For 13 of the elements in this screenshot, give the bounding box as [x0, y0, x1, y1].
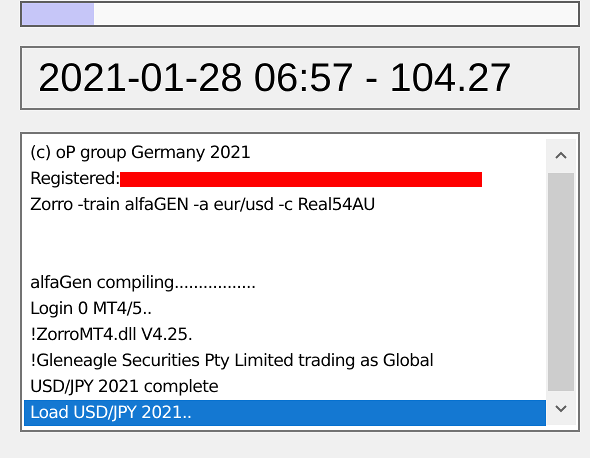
log-line[interactable]: (c) oP group Germany 2021 [24, 140, 546, 166]
log-line[interactable]: USD/JPY 2021 complete [24, 374, 546, 400]
time-price-display: 2021-01-28 06:57 - 104.27 [20, 46, 580, 110]
log-line[interactable]: alfaGen compiling................. [24, 270, 546, 296]
log-line[interactable]: !Gleneagle Securities Pty Limited trading as Global [24, 348, 546, 374]
log-line[interactable]: Login 0 MT4/5.. [24, 296, 546, 322]
log-line[interactable]: Zorro -train alfaGEN -a eur/usd -c Real54AU [24, 192, 546, 218]
log-line[interactable]: !ZorroMT4.dll V4.25. [24, 322, 546, 348]
scrollbar[interactable] [546, 139, 576, 425]
scroll-up-icon[interactable] [555, 151, 567, 159]
scroll-down-icon[interactable] [555, 405, 567, 413]
log-line[interactable]: Registered: [30, 166, 120, 192]
scroll-thumb[interactable] [548, 173, 574, 391]
